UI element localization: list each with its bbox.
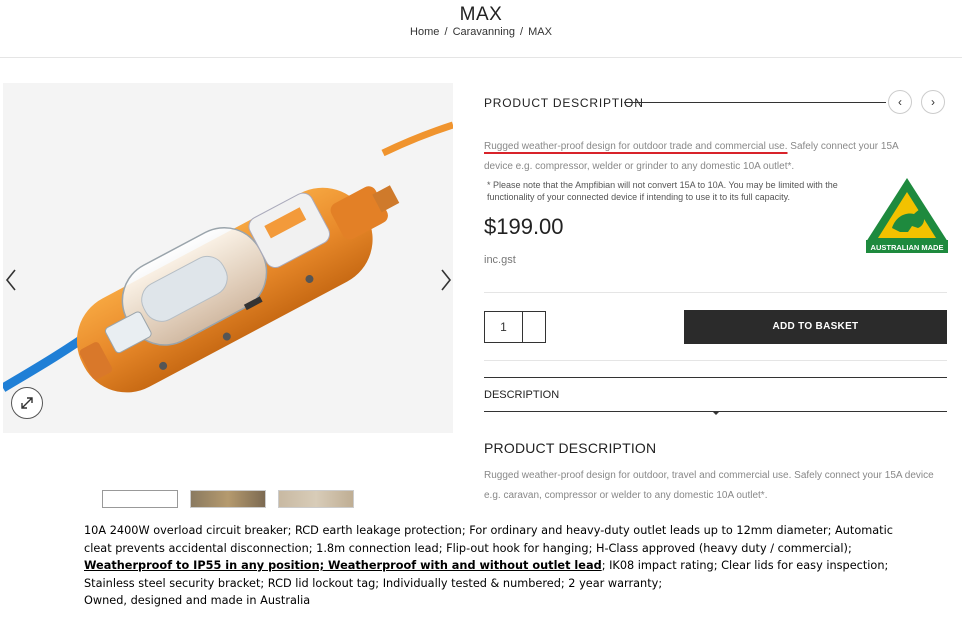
- caption-text: 10A 2400W overload circuit breaker; RCD …: [84, 524, 893, 555]
- logo-text: AUSTRALIAN MADE: [871, 243, 944, 252]
- add-to-basket-button[interactable]: ADD TO BASKET: [684, 310, 947, 344]
- thumbnail[interactable]: [102, 490, 178, 508]
- description-tab-bar: DESCRIPTION: [484, 377, 947, 415]
- breadcrumb-separator: /: [444, 26, 448, 38]
- product-image: [3, 83, 453, 433]
- australian-made-logo-icon: AUSTRALIAN MADE: [866, 178, 948, 253]
- product-image-gallery[interactable]: [3, 83, 453, 433]
- feature-caption: 10A 2400W overload circuit breaker; RCD …: [84, 522, 914, 610]
- description-highlight: Rugged weather-proof design for outdoor …: [484, 141, 788, 152]
- caret-down-icon: [712, 411, 720, 415]
- divider: [484, 292, 947, 293]
- disclaimer-note: * Please note that the Ampfibian will no…: [487, 180, 838, 202]
- thumbnail[interactable]: [278, 490, 354, 508]
- breadcrumb: Home / Caravanning / MAX: [0, 26, 962, 38]
- divider: [484, 360, 947, 361]
- chevron-left-icon: [5, 269, 16, 291]
- zoom-button[interactable]: [11, 387, 43, 419]
- section-heading: PRODUCT DESCRIPTION: [484, 96, 644, 110]
- short-description: Rugged weather-proof design for outdoor …: [484, 137, 924, 177]
- description-body: Rugged weather-proof design for outdoor,…: [484, 470, 934, 501]
- breadcrumb-caravanning[interactable]: Caravanning: [453, 26, 515, 38]
- next-product-button[interactable]: ›: [921, 90, 945, 114]
- thumbnail[interactable]: [190, 490, 266, 508]
- gst-label: inc.gst: [484, 254, 516, 266]
- prev-product-button[interactable]: ‹: [888, 90, 912, 114]
- chevron-right-icon: ›: [931, 95, 935, 109]
- breadcrumb-current: MAX: [528, 26, 552, 38]
- caption-emphasis: Weatherproof to IP55 in any position; We…: [84, 559, 602, 572]
- quantity-stepper[interactable]: 1: [484, 311, 546, 343]
- breadcrumb-separator: /: [520, 26, 524, 38]
- australian-made-logo: AUSTRALIAN MADE: [862, 176, 952, 256]
- gallery-prev-button[interactable]: [5, 268, 19, 292]
- description-heading: PRODUCT DESCRIPTION: [484, 440, 657, 456]
- caption-footer: Owned, designed and made in Australia: [84, 594, 311, 607]
- chevron-left-icon: ‹: [898, 95, 902, 109]
- breadcrumb-home[interactable]: Home: [410, 26, 439, 38]
- gallery-next-button[interactable]: [440, 268, 453, 292]
- page-title: MAX: [459, 4, 503, 25]
- heading-divider: [624, 102, 886, 103]
- quantity-value[interactable]: 1: [485, 312, 523, 342]
- product-price: $199.00: [484, 214, 564, 239]
- chevron-right-icon: [441, 269, 452, 291]
- tab-description[interactable]: DESCRIPTION: [484, 389, 559, 401]
- expand-icon: [21, 397, 33, 409]
- page-header: MAX Home / Caravanning / MAX: [0, 0, 962, 58]
